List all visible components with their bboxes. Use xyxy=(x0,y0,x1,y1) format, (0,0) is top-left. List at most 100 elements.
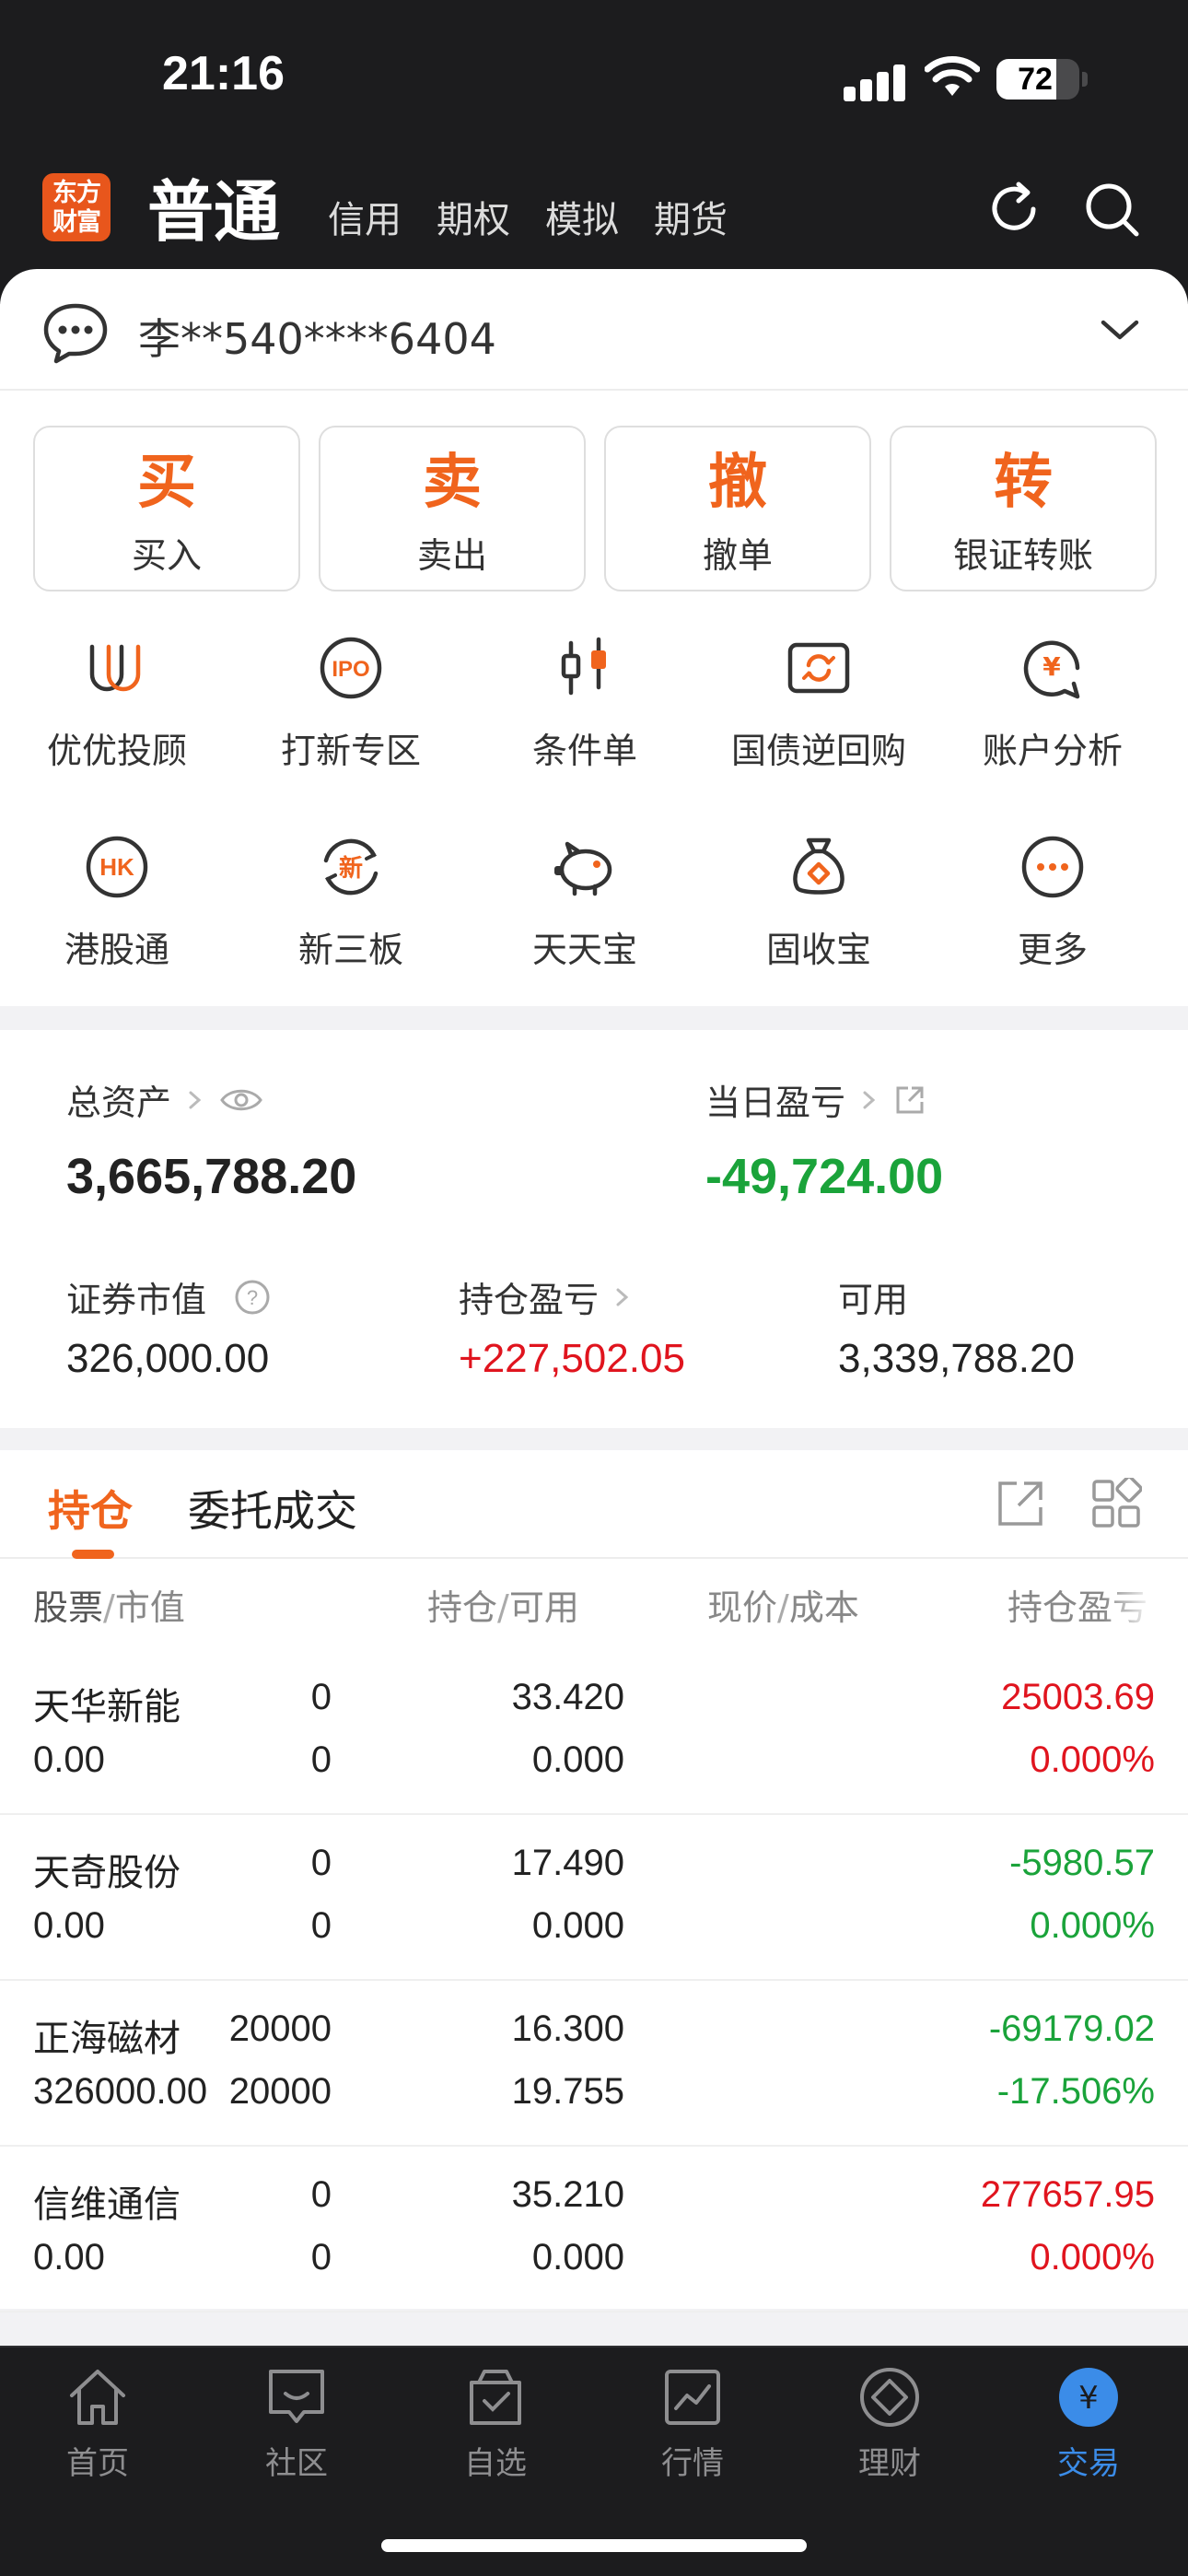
stock-name: 正海磁材 xyxy=(33,2018,181,2060)
current-price: 17.490 xyxy=(511,1843,624,1883)
col-position-pl: 持仓盈亏 xyxy=(1007,1587,1148,1628)
chevron-right-icon xyxy=(189,1091,202,1108)
total-assets-value: 3,665,788.20 xyxy=(66,1149,357,1204)
asset-summary: 总资产 3,665,788.20 当日盈亏 -49,724.00 证券市值 ? … xyxy=(0,1030,1188,1428)
account-selector[interactable]: 李**540****6404 xyxy=(0,269,1188,391)
eye-icon[interactable] xyxy=(219,1086,263,1114)
community-icon xyxy=(269,2370,324,2423)
hk-icon: HK xyxy=(86,836,148,898)
holding-row[interactable]: 天奇股份 0.00 0 0 17.490 0.000 -5980.57 0.000% xyxy=(0,1815,1188,1981)
stock-name: 天奇股份 xyxy=(33,1852,181,1894)
sell-label: 卖出 xyxy=(416,535,487,576)
tab-simulation[interactable]: 模拟 xyxy=(545,190,619,254)
available-qty: 0 xyxy=(310,1905,332,1946)
tabbar-trade[interactable]: ¥ 交易 xyxy=(1024,2364,1153,2483)
stock-market-value: 0.00 xyxy=(33,1739,105,1780)
analysis-icon: ¥ xyxy=(1023,640,1080,699)
candlestick-icon xyxy=(561,637,606,696)
daily-pl-label[interactable]: 当日盈亏 xyxy=(705,1074,926,1125)
position-qty: 20000 xyxy=(228,2008,332,2049)
top-header: 21:16 72 东方财富 普通 信用 期权 模拟 期货 xyxy=(0,0,1188,304)
position-pl-pct: -17.506% xyxy=(996,2071,1155,2112)
search-icon[interactable] xyxy=(1079,177,1144,241)
col-position-available: 持仓/可用 xyxy=(427,1587,579,1628)
cost-price: 0.000 xyxy=(531,2237,624,2277)
service-gushoubao[interactable]: 固收宝 xyxy=(702,809,936,1008)
chevron-right-icon xyxy=(616,1288,629,1306)
external-link-icon[interactable] xyxy=(893,1083,926,1117)
tabbar-market[interactable]: 行情 xyxy=(628,2364,757,2483)
market-value: 326,000.00 xyxy=(66,1336,270,1381)
position-pl: -69179.02 xyxy=(988,2008,1155,2049)
holdings-panel: 持仓 委托成交 股票/市值 持仓/可用 现价/成本 持仓盈亏 天华新能 0.00 0… xyxy=(0,1450,1188,2313)
battery-icon: 72 xyxy=(996,59,1079,100)
available-qty: 20000 xyxy=(228,2071,332,2112)
bank-transfer-button[interactable]: 转 银证转账 xyxy=(890,426,1157,591)
refresh-icon[interactable] xyxy=(982,177,1046,241)
service-advisor[interactable]: 优优投顾 xyxy=(0,610,234,809)
buy-label: 买入 xyxy=(131,535,202,576)
position-pl-pct: 0.000% xyxy=(1030,1905,1155,1946)
service-tiantianbao[interactable]: 天天宝 xyxy=(468,809,702,1008)
total-assets-label[interactable]: 总资产 xyxy=(66,1074,263,1125)
cancel-order-button[interactable]: 撤 撤单 xyxy=(604,426,871,591)
current-price: 35.210 xyxy=(511,2174,624,2215)
grid-view-icon[interactable] xyxy=(1090,1478,1142,1529)
stock-name: 信维通信 xyxy=(33,2184,181,2226)
service-hk-connect[interactable]: HK 港股通 xyxy=(0,809,234,1008)
position-pl-pct: 0.000% xyxy=(1030,1739,1155,1780)
available-qty: 0 xyxy=(310,2237,332,2277)
tab-options[interactable]: 期权 xyxy=(437,190,510,254)
tab-normal[interactable]: 普通 xyxy=(147,158,280,254)
tab-futures[interactable]: 期货 xyxy=(654,190,728,254)
transfer-label: 银证转账 xyxy=(952,535,1093,576)
chat-bubble-icon[interactable] xyxy=(41,300,111,365)
tabbar-wealth[interactable]: 理财 xyxy=(825,2364,954,2483)
cost-price: 19.755 xyxy=(511,2071,624,2112)
tab-credit[interactable]: 信用 xyxy=(328,190,402,254)
available-value: 3,339,788.20 xyxy=(838,1336,1075,1381)
service-new-third-board[interactable]: 新 新三板 xyxy=(234,809,468,1008)
battery-tip xyxy=(1082,72,1088,87)
position-qty: 0 xyxy=(310,1843,332,1883)
help-icon[interactable]: ? xyxy=(234,1279,271,1316)
service-ipo[interactable]: IPO 打新专区 xyxy=(234,610,468,809)
service-account-analysis[interactable]: ¥ 账户分析 xyxy=(936,610,1170,809)
svg-text:新: 新 xyxy=(339,854,363,883)
active-tab-indicator xyxy=(72,1550,114,1559)
tab-positions[interactable]: 持仓 xyxy=(48,1478,133,1539)
chevron-down-icon[interactable] xyxy=(1100,311,1140,348)
service-reverse-repo[interactable]: 国债逆回购 xyxy=(702,610,936,809)
sell-button[interactable]: 卖 卖出 xyxy=(319,426,586,591)
new-board-icon: 新 xyxy=(323,838,379,896)
trade-actions: 买 买入 卖 卖出 撤 撤单 转 银证转账 xyxy=(33,426,1157,591)
status-time: 21:16 xyxy=(162,47,285,100)
tab-orders[interactable]: 委托成交 xyxy=(188,1478,357,1539)
watchlist-icon xyxy=(470,2370,521,2425)
current-price: 16.300 xyxy=(511,2008,624,2049)
tabbar-community[interactable]: 社区 xyxy=(232,2364,361,2483)
holding-row[interactable]: 信维通信 0.00 0 0 35.210 0.000 277657.95 0.000% xyxy=(0,2147,1188,2313)
holding-row[interactable]: 正海磁材 326000.00 20000 20000 16.300 19.755 -6917… xyxy=(0,1981,1188,2147)
tabbar-watchlist[interactable]: 自选 xyxy=(431,2364,560,2483)
holding-row[interactable]: 天华新能 0.00 0 0 33.420 0.000 25003.69 0.000% xyxy=(0,1649,1188,1815)
service-conditional-order[interactable]: 条件单 xyxy=(468,610,702,809)
account-type-tabs: 普通 信用 期权 模拟 期货 xyxy=(147,162,763,254)
tabbar-home[interactable]: 首页 xyxy=(33,2364,162,2483)
share-icon[interactable] xyxy=(995,1478,1046,1529)
position-pl: 25003.69 xyxy=(1001,1677,1155,1717)
position-qty: 0 xyxy=(310,1677,332,1717)
home-indicator xyxy=(381,2539,807,2552)
svg-text:HK: HK xyxy=(99,853,134,881)
svg-text:¥: ¥ xyxy=(1042,651,1061,682)
status-bar: 21:16 72 xyxy=(0,0,1188,157)
position-pl-label[interactable]: 持仓盈亏 xyxy=(459,1271,632,1322)
cancel-char: 撤 xyxy=(708,449,767,517)
buy-button[interactable]: 买 买入 xyxy=(33,426,300,591)
buy-char: 买 xyxy=(137,449,196,517)
repo-icon xyxy=(787,642,850,694)
cancel-label: 撤单 xyxy=(702,535,773,576)
position-pl-pct: 0.000% xyxy=(1030,2237,1155,2277)
service-more[interactable]: 更多 xyxy=(936,809,1170,1008)
svg-text:?: ? xyxy=(247,1286,258,1309)
